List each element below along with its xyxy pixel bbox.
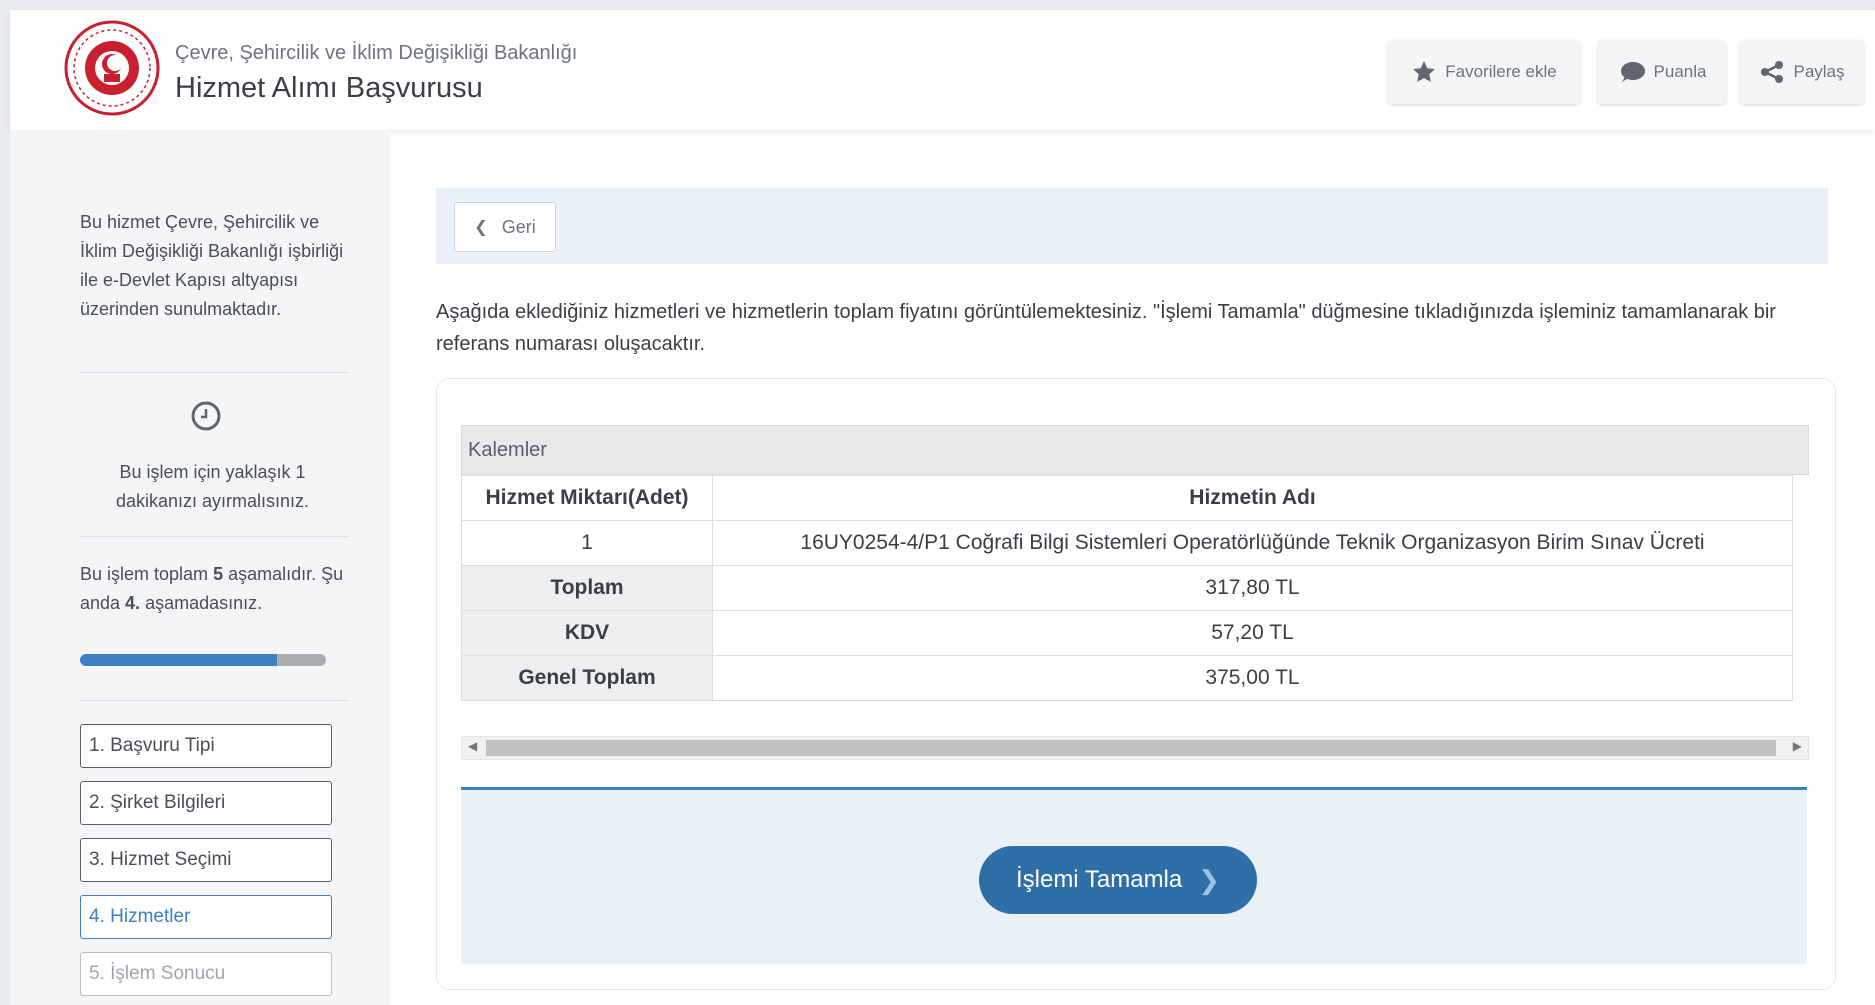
clock-icon [191,401,221,431]
rate-button[interactable]: Puanla [1598,40,1726,104]
service-title: Hizmet Alımı Başvurusu [175,72,483,104]
scroll-left-arrow-icon[interactable]: ◀ [468,739,477,753]
share-icon [1761,61,1784,83]
summary-panel: Kalemler Hizmet Miktarı(Adet) Hizmetin A… [436,378,1836,990]
divider [80,536,350,537]
complete-label: İşlemi Tamamla [1015,866,1183,893]
complete-button[interactable]: İşlemi Tamamla ❯ [979,846,1257,914]
total-label: Toplam [461,565,713,611]
rate-label: Puanla [1653,62,1707,81]
header: Çevre, Şehircilik ve İklim Değişikliği B… [10,10,1875,130]
star-icon [1413,61,1436,82]
step-total: 5 [213,564,224,584]
ministry-name: Çevre, Şehircilik ve İklim Değişikliği B… [175,42,578,64]
total-value: 317,80 TL [712,565,1793,611]
page-frame: Çevre, Şehircilik ve İklim Değişikliği B… [10,10,1875,1005]
grand-total-row: Genel Toplam 375,00 TL [461,655,1793,701]
step-2-sirket-bilgileri[interactable]: 2. Şirket Bilgileri [80,781,332,825]
complete-area: İşlemi Tamamla ❯ [461,790,1807,964]
divider [80,372,350,373]
table-caption: Kalemler [461,425,1809,475]
share-button[interactable]: Paylaş [1740,40,1864,104]
step-3-hizmet-secimi[interactable]: 3. Hizmet Seçimi [80,838,332,882]
ministry-logo-icon [64,20,160,116]
divider [80,700,350,701]
column-header-quantity: Hizmet Miktarı(Adet) [461,475,713,521]
step-5-islem-sonucu: 5. İşlem Sonucu [80,952,332,996]
progress-fill [80,654,277,666]
step-current: 4. [125,593,141,613]
service-name-cell: 16UY0254-4/P1 Coğrafi Bilgi Sistemleri O… [712,520,1793,566]
back-label: Geri [501,216,536,237]
table-header-row: Hizmet Miktarı(Adet) Hizmetin Adı [461,475,1793,521]
horizontal-scrollbar[interactable]: ◀ ▶ [461,736,1809,760]
favorite-button[interactable]: Favorilere ekle [1388,40,1580,104]
vat-label: KDV [461,610,713,656]
total-row: Toplam 317,80 TL [461,565,1793,611]
column-header-service-name: Hizmetin Adı [712,475,1793,521]
step-status-suffix: aşamadasınız. [140,593,263,613]
chevron-left-icon: ❮ [474,219,488,236]
step-1-basvuru-tipi[interactable]: 1. Başvuru Tipi [80,724,332,768]
duration-text: Bu işlem için yaklaşık 1 dakikanızı ayır… [115,462,310,511]
speech-bubble-icon [1620,62,1645,82]
step-status-prefix: Bu işlem toplam [80,564,214,584]
quantity-cell: 1 [461,520,713,566]
vat-row: KDV 57,20 TL [461,610,1793,656]
vat-value: 57,20 TL [712,610,1793,656]
favorite-label: Favorilere ekle [1445,62,1557,81]
scroll-right-arrow-icon[interactable]: ▶ [1793,739,1802,753]
grand-total-value: 375,00 TL [712,655,1793,701]
info-text: Aşağıda eklediğiniz hizmetleri ve hizmet… [436,301,1776,355]
step-4-hizmetler[interactable]: 4. Hizmetler [80,895,332,939]
grand-total-label: Genel Toplam [461,655,713,701]
step-status-text: Bu işlem toplam 5 aşamalıdır. Şu anda 4.… [80,560,345,618]
back-button[interactable]: ❮ Geri [454,202,556,252]
sidebar: Bu hizmet Çevre, Şehircilik ve İklim Değ… [10,130,390,1005]
table-row: 1 16UY0254-4/P1 Coğrafi Bilgi Sistemleri… [461,520,1793,566]
progress-bar [80,654,326,666]
service-info-text: Bu hizmet Çevre, Şehircilik ve İklim Değ… [80,212,344,319]
items-table-wrapper: Kalemler Hizmet Miktarı(Adet) Hizmetin A… [461,425,1809,701]
items-table: Hizmet Miktarı(Adet) Hizmetin Adı 1 16UY… [461,475,1793,701]
scrollbar-thumb[interactable] [486,740,1776,756]
share-label: Paylaş [1793,62,1845,81]
chevron-right-icon: ❯ [1198,864,1221,895]
back-bar: ❮ Geri [436,188,1828,264]
